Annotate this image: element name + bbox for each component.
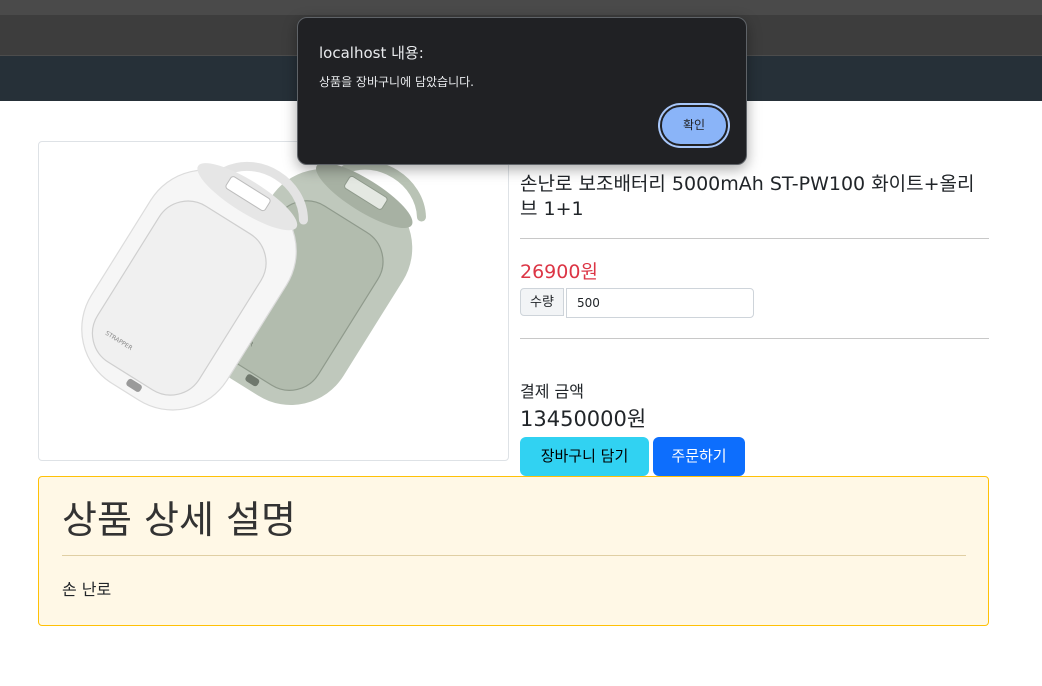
divider bbox=[520, 238, 989, 239]
detail-body: 손 난로 bbox=[62, 580, 112, 599]
add-to-cart-button[interactable]: 장바구니 담기 bbox=[520, 437, 649, 476]
alert-dialog: localhost 내용: 상품을 장바구니에 담았습니다. 확인 bbox=[297, 17, 747, 165]
dialog-title: localhost 내용: bbox=[319, 44, 424, 62]
product-title: 손난로 보조배터리 5000mAh ST-PW100 화이트+올리브 1+1 bbox=[520, 173, 975, 220]
detail-title: 상품 상세 설명 bbox=[62, 498, 296, 542]
payment-amount: 13450000원 bbox=[520, 407, 647, 431]
quantity-input[interactable] bbox=[566, 288, 754, 318]
quantity-label: 수량 bbox=[520, 288, 564, 316]
power-bank-illustration: STRAPPER STRAPPER bbox=[81, 160, 426, 411]
dialog-message: 상품을 장바구니에 담았습니다. bbox=[319, 75, 474, 89]
product-price: 26900원 bbox=[520, 261, 598, 283]
ok-button[interactable]: 확인 bbox=[660, 105, 728, 146]
order-button[interactable]: 주문하기 bbox=[653, 437, 745, 476]
divider bbox=[520, 338, 989, 339]
browser-titlebar bbox=[0, 0, 1042, 15]
divider bbox=[62, 555, 966, 556]
payment-label: 결제 금액 bbox=[520, 382, 584, 401]
product-image: STRAPPER STRAPPER bbox=[38, 141, 509, 461]
product-detail-panel: 상품 상세 설명 손 난로 bbox=[38, 476, 989, 626]
